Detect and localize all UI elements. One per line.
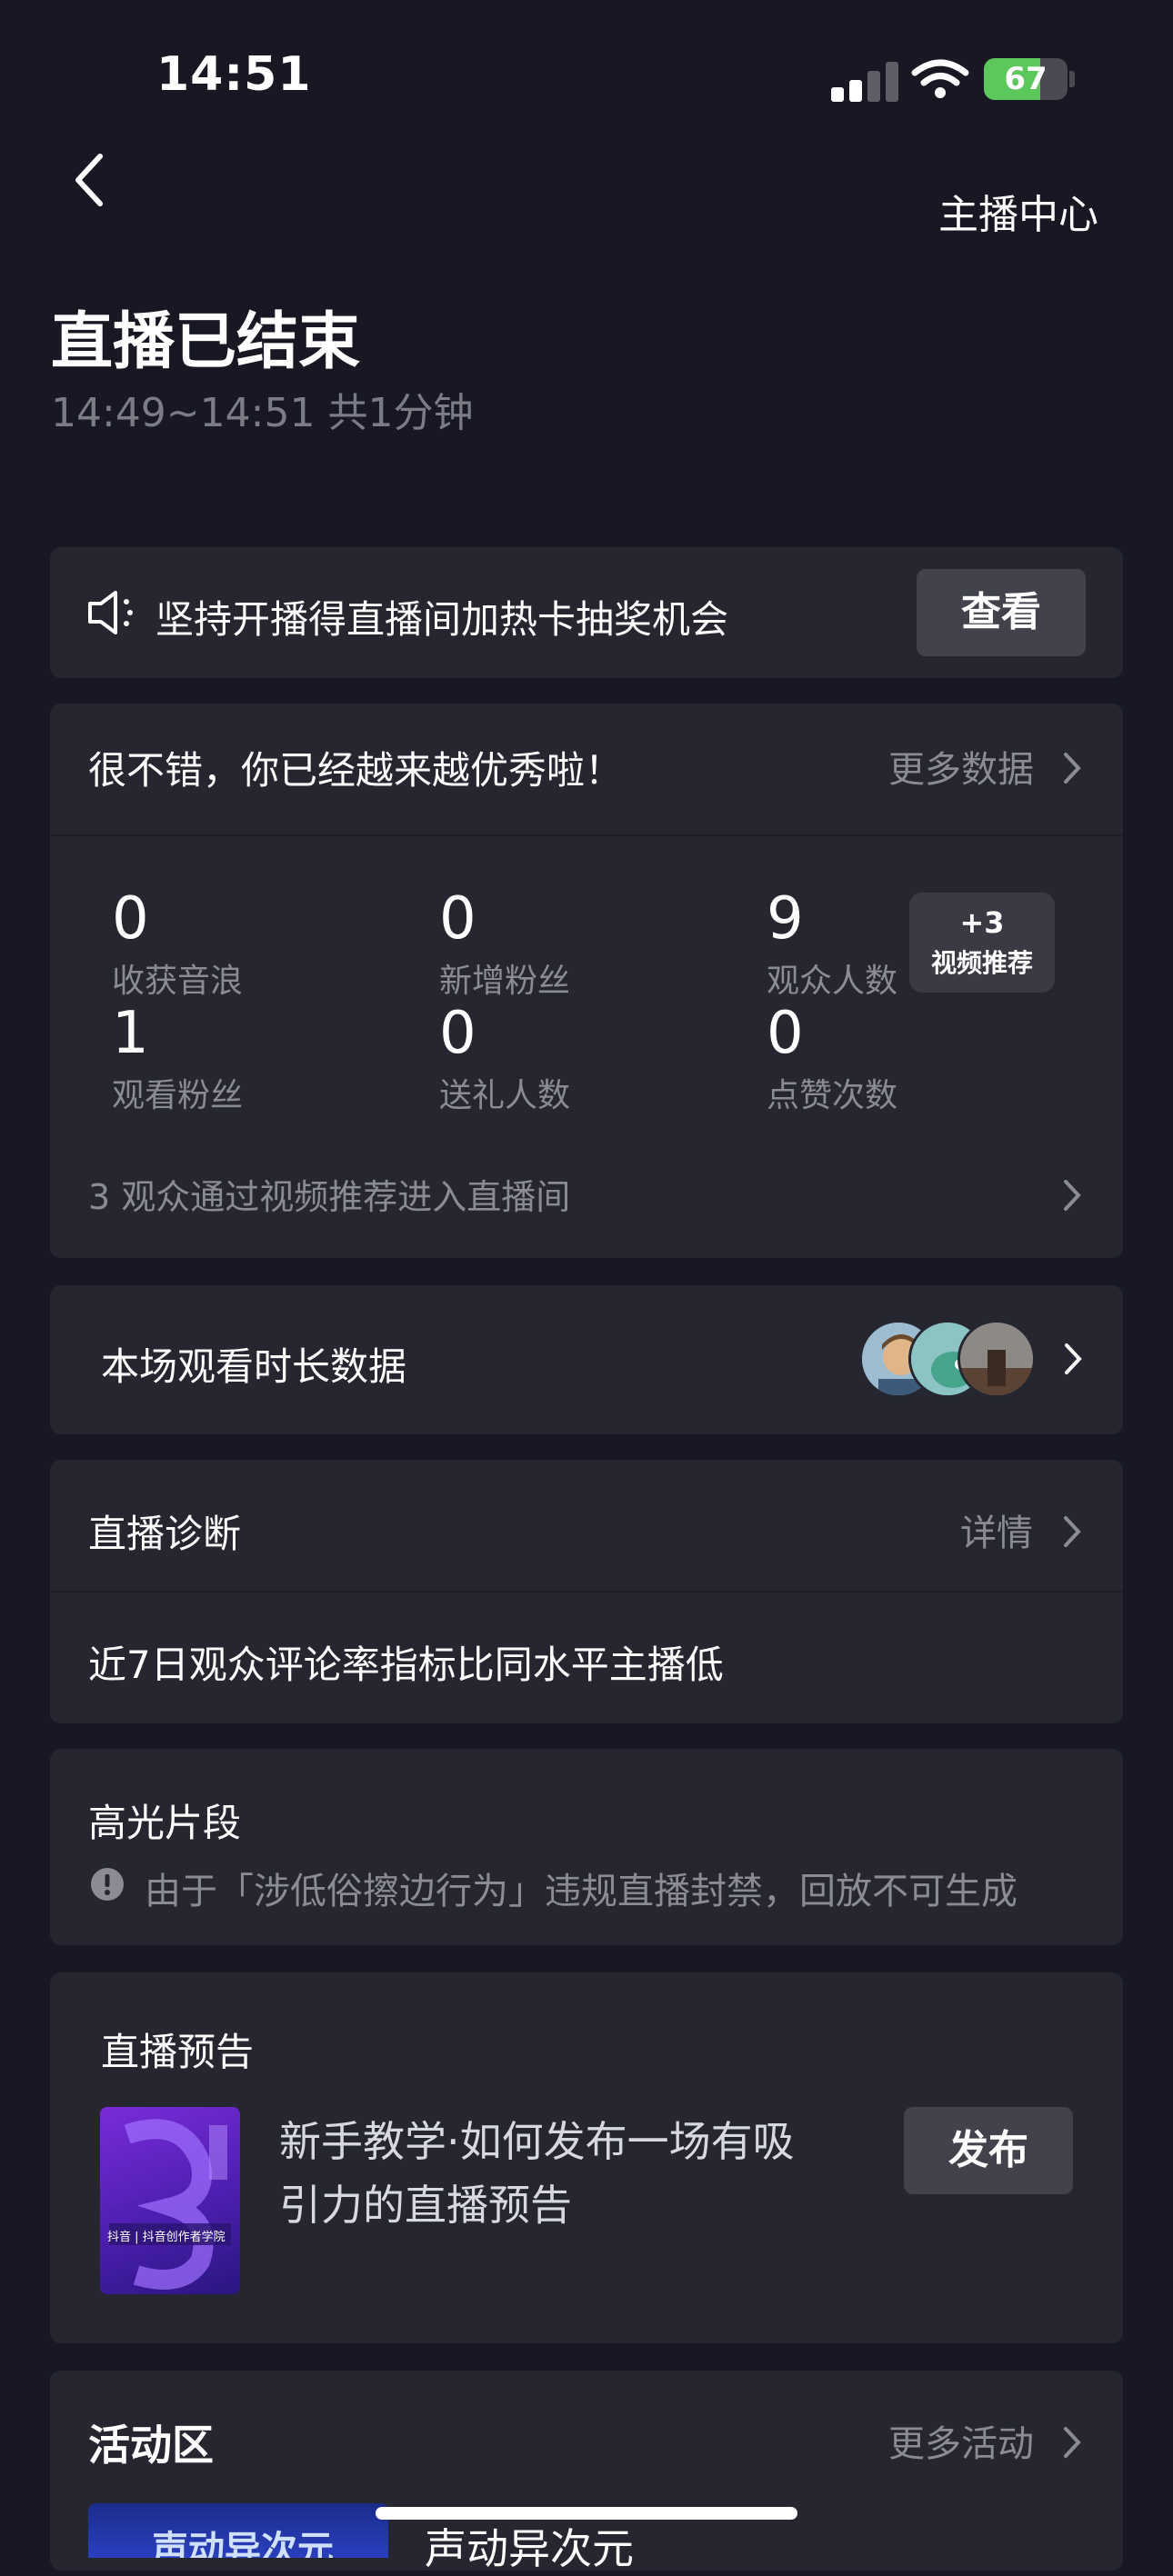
activity-card: 活动区 更多活动 声动异次元 声动异次元 [50, 2371, 1123, 2573]
divider [50, 1591, 1123, 1593]
stat-value: 1 [112, 1000, 149, 1067]
preview-thumbnail[interactable]: 抖音 | 抖音创作者学院 [100, 2107, 240, 2294]
watch-time-row[interactable]: 本场观看时长数据 [50, 1285, 1123, 1434]
diagnosis-card: 直播诊断 详情 近7日观众评论率指标比同水平主播低 [50, 1460, 1123, 1723]
badge-count: +3 [959, 905, 1005, 940]
thumbnail-caption: 抖音 | 抖音创作者学院 [107, 2231, 226, 2244]
badge-label: 视频推荐 [930, 948, 1033, 978]
stat-label: 观众人数 [767, 963, 898, 1000]
activity-thumbnail-text: 声动异次元 [152, 2529, 334, 2558]
cellular-signal-icon [831, 62, 902, 102]
preview-description-line1: 新手教学·如何发布一场有吸 [279, 2117, 795, 2166]
divider [50, 834, 1123, 836]
activity-thumbnail[interactable]: 声动异次元 [88, 2503, 388, 2558]
chevron-right-icon[interactable] [1062, 1178, 1082, 1213]
video-referral-text[interactable]: 3 观众通过视频推荐进入直播间 [88, 1169, 570, 1219]
stat-value: 0 [439, 1000, 476, 1067]
publish-preview-button[interactable]: 发布 [904, 2107, 1073, 2194]
chevron-right-icon[interactable] [1062, 1514, 1082, 1549]
stat-label: 新增粉丝 [439, 963, 571, 1000]
warning-icon [91, 1868, 124, 1901]
chevron-right-icon[interactable] [1062, 751, 1082, 785]
status-time: 14:51 [156, 47, 312, 102]
preview-title: 直播预告 [101, 2030, 255, 2074]
stat-value: 0 [767, 1000, 804, 1067]
speaker-icon [88, 591, 133, 634]
battery-cap [1069, 71, 1075, 87]
diagnosis-message: 近7日观众评论率指标比同水平主播低 [88, 1642, 724, 1687]
avatar [957, 1320, 1036, 1398]
stat-label: 送礼人数 [439, 1077, 571, 1114]
battery-level: 67 [1004, 61, 1048, 97]
preview-card: 直播预告 抖音 | 抖音创作者学院 新手教学·如何发布一场有吸 引力的直播预告 … [50, 1972, 1123, 2343]
more-data-link[interactable]: 更多数据 [888, 740, 1034, 793]
highlights-card: 高光片段 由于「涉低俗擦边行为」违规直播封禁，回放不可生成 [50, 1749, 1123, 1945]
home-indicator[interactable] [376, 2507, 797, 2520]
host-center-link[interactable]: 主播中心 [938, 182, 1098, 240]
promo-text: 坚持开播得直播间加热卡抽奖机会 [155, 597, 729, 642]
more-activities-link[interactable]: 更多活动 [888, 2414, 1034, 2467]
preview-description-line2: 引力的直播预告 [279, 2181, 572, 2230]
wifi-icon [911, 59, 969, 98]
stat-label: 点赞次数 [767, 1077, 898, 1114]
stat-value: 0 [112, 885, 149, 953]
highlights-title: 高光片段 [88, 1801, 242, 1845]
activity-title: 活动区 [88, 2421, 214, 2470]
video-recommend-badge: +3 视频推荐 [909, 893, 1055, 993]
activity-item-title[interactable]: 声动异次元 [425, 2516, 634, 2576]
stat-label: 观看粉丝 [112, 1077, 244, 1114]
promo-view-button[interactable]: 查看 [917, 569, 1086, 656]
stats-headline: 很不错，你已经越来越优秀啦！ [88, 748, 624, 793]
promo-banner: 坚持开播得直播间加热卡抽奖机会 查看 [50, 547, 1123, 678]
diagnosis-title: 直播诊断 [88, 1512, 242, 1556]
battery-icon: 67 [984, 58, 1068, 100]
chevron-right-icon[interactable] [1062, 2425, 1082, 2460]
stat-value: 0 [439, 885, 476, 953]
diagnosis-detail-link[interactable]: 详情 [960, 1503, 1033, 1556]
stat-value: 9 [767, 885, 804, 953]
live-duration: 14:49~14:51 共1分钟 [51, 390, 474, 436]
stat-label: 收获音浪 [112, 963, 244, 1000]
highlights-notice: 由于「涉低俗擦边行为」违规直播封禁，回放不可生成 [145, 1871, 1018, 1912]
chevron-right-icon[interactable] [1063, 1342, 1083, 1376]
back-button[interactable] [64, 145, 118, 215]
watch-time-label: 本场观看时长数据 [101, 1344, 407, 1389]
page-title: 直播已结束 [51, 306, 361, 378]
